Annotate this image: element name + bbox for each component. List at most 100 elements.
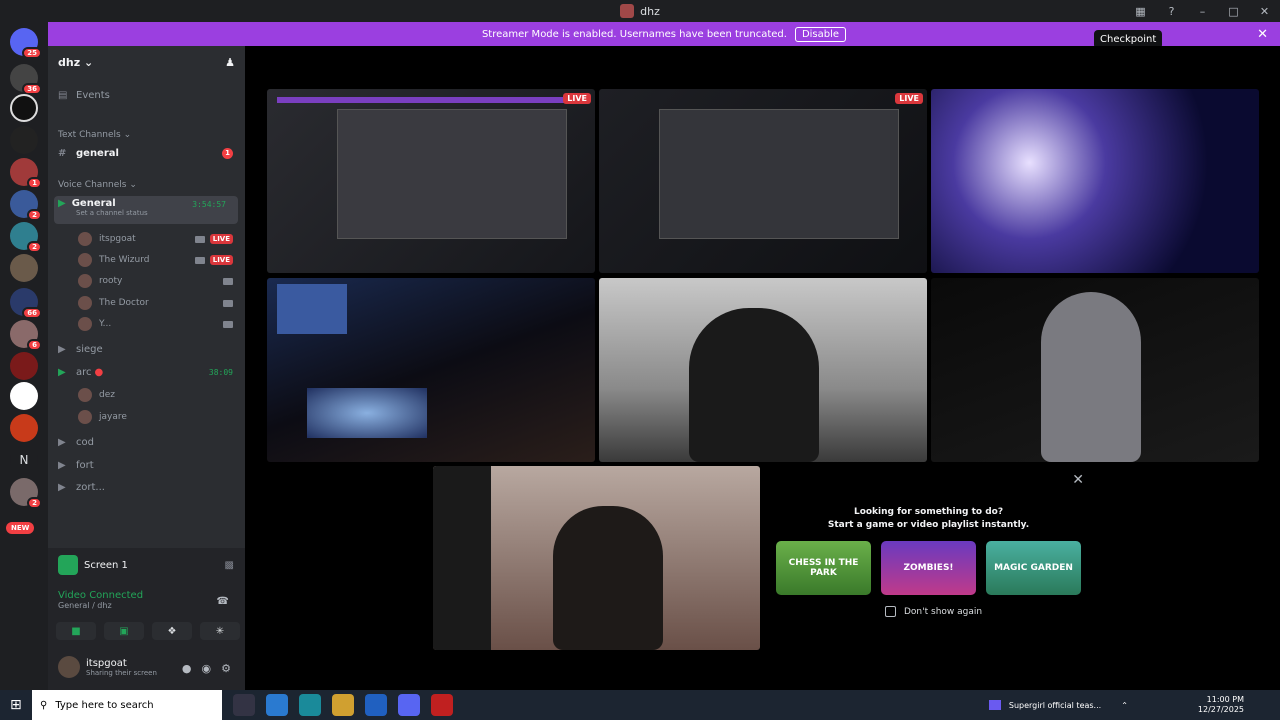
microphone-icon[interactable]: ● [182,662,192,675]
headset-icon[interactable]: ◉ [202,662,212,675]
category-label: Voice Channels [58,180,127,190]
category-text-channels[interactable]: Text Channels ⌄ [48,130,245,140]
server-icon[interactable]: 6 [10,320,42,351]
game-card-magic-garden[interactable]: MAGIC GARDEN [986,541,1081,595]
task-view-icon[interactable] [233,694,255,716]
channel-zort[interactable]: ▶ zort... [48,482,245,493]
dont-show-again[interactable]: Don't show again [885,606,982,617]
camera-feed [1041,292,1141,462]
user-area[interactable]: itspgoat Sharing their screen [58,656,157,678]
game-card-zombies[interactable]: ZOMBIES! [881,541,976,595]
game-card-chess[interactable]: CHESS IN THE PARK [776,541,871,595]
server-icon[interactable]: 66 [10,288,42,319]
voice-user[interactable]: The Doctor [48,296,245,310]
channel-cod[interactable]: ▶ cod [48,437,245,448]
activity-text: Looking for something to do? Start a gam… [765,506,1092,532]
add-member-icon[interactable]: ♟ [225,56,235,69]
maximize-button[interactable]: □ [1218,5,1249,18]
server-icon[interactable] [10,382,38,410]
tray-icons[interactable]: ⌃ [1121,701,1128,710]
voice-user[interactable]: dez [48,388,245,402]
events-item[interactable]: ▤ Events [48,90,245,101]
stream-tile[interactable]: LIVE [267,89,595,273]
camera-feed [307,388,427,438]
channel-arc[interactable]: ▶ arc ● 38:09 [48,367,245,378]
category-voice-channels[interactable]: Voice Channels ⌄ [48,180,245,190]
server-icon[interactable] [10,254,38,282]
soundboard-button[interactable]: ✳ [200,622,240,640]
speaker-icon: ▶ [58,460,66,471]
settings-gear-icon[interactable]: ⚙ [221,662,231,675]
voice-user[interactable]: itspgoat LIVE [48,232,245,246]
notification-text[interactable]: Supergirl official teas... [1009,701,1101,710]
channel-fort[interactable]: ▶ fort [48,460,245,471]
taskbar-search[interactable]: ⚲ Type here to search [32,690,222,720]
camera-button[interactable]: ■ [56,622,96,640]
server-icon[interactable]: 2 [10,190,42,221]
server-icon[interactable]: 2 [10,478,42,509]
stop-share-icon[interactable]: ▩ [225,560,234,571]
camera-tile[interactable] [931,278,1259,462]
server-header[interactable]: dhz ⌄ ♟ [48,46,245,78]
screen-share-tile[interactable]: Screen 1 ▩ [54,552,238,578]
dont-show-label: Don't show again [904,606,983,617]
user-name: itspgoat [86,657,127,669]
channel-label: cod [76,437,94,448]
server-icon[interactable] [10,94,38,122]
voice-location[interactable]: General / dhz [58,601,143,610]
voice-user[interactable]: Y... [48,317,245,331]
camera-feed [433,466,491,650]
share-screen-button[interactable]: ▣ [104,622,144,640]
edge-icon[interactable] [299,694,321,716]
window-title: dhz [620,4,660,18]
file-explorer-icon[interactable] [332,694,354,716]
minimize-button[interactable]: – [1187,5,1218,18]
activity-prompt: ✕ Looking for something to do? Start a g… [765,466,1092,650]
server-icon[interactable]: 2 [10,222,42,253]
search-icon: ⚲ [40,699,48,711]
server-icon[interactable]: 1 [10,158,42,189]
stream-thumbnail [659,109,899,239]
camera-tile[interactable] [599,278,927,462]
avatar [58,656,80,678]
disable-button[interactable]: Disable [794,26,847,42]
banner-close-icon[interactable]: ✕ [1257,27,1268,42]
server-icon[interactable]: 36 [10,64,42,95]
channel-status[interactable]: Set a channel status [76,209,238,217]
server-icon[interactable]: N [10,446,38,474]
server-icon[interactable] [10,352,38,380]
channel-siege[interactable]: ▶ siege [48,344,245,355]
copilot-icon[interactable] [266,694,288,716]
avatar [78,253,92,267]
outlook-icon[interactable] [365,694,387,716]
home-icon[interactable]: 25 [10,28,42,59]
voice-user[interactable]: jayare [48,410,245,424]
app-icon[interactable] [431,694,453,716]
server-list: 25 36 1 2 2 66 6 N 2 NEW [0,22,48,690]
server-icon[interactable] [10,126,38,154]
live-badge: LIVE [209,255,233,265]
user-name: The Doctor [99,298,149,308]
disconnect-icon[interactable]: ☎ [217,596,229,607]
camera-tile[interactable] [433,466,760,650]
help-icon[interactable]: ? [1156,5,1187,18]
screen-icon [58,555,78,575]
clock[interactable]: 11:00 PM 12/27/2025 [1198,695,1244,715]
voice-user[interactable]: The Wizurd LIVE [48,253,245,267]
server-icon[interactable] [10,414,38,442]
voice-user[interactable]: rooty [48,274,245,288]
channel-general-text[interactable]: # general 1 [48,148,245,159]
badge: 66 [22,307,42,319]
channel-label: zort... [76,482,105,493]
windows-start-icon[interactable]: ⊞ [10,697,22,713]
close-icon[interactable]: ✕ [1072,472,1084,488]
discord-icon[interactable] [398,694,420,716]
checkbox[interactable] [885,606,896,617]
activities-button[interactable]: ❖ [152,622,192,640]
stream-tile[interactable]: LIVE [599,89,927,273]
inbox-icon[interactable]: ▦ [1125,5,1156,18]
channel-general-voice[interactable]: ▶ General Set a channel status 3:54:57 [54,196,238,224]
camera-tile[interactable] [931,89,1259,273]
close-button[interactable]: ✕ [1249,5,1280,18]
camera-tile[interactable] [267,278,595,462]
